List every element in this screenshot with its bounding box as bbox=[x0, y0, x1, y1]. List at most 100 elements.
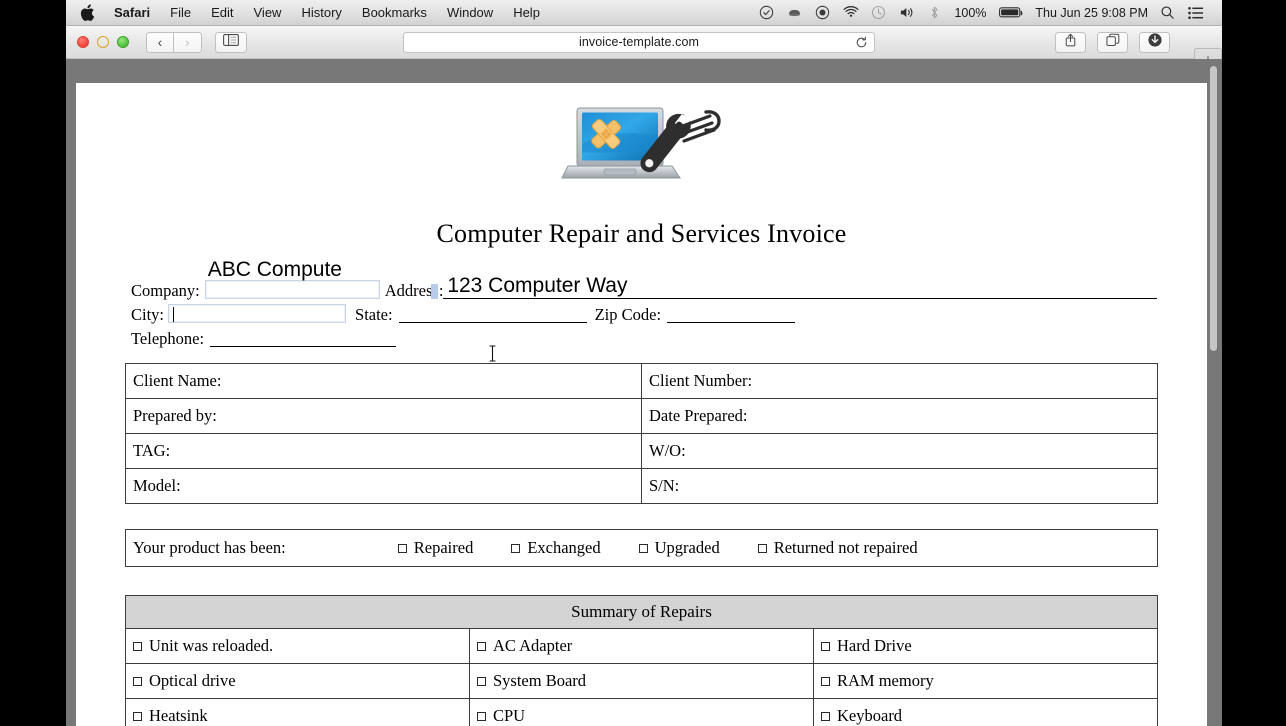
menu-bar-status-items: 100% Thu Jun 25 9:08 PM bbox=[758, 4, 1216, 21]
reload-button[interactable] bbox=[854, 35, 868, 49]
client-info-table: Client Name: Client Number: Prepared by:… bbox=[125, 363, 1158, 504]
address-form: Company: ABC Compute Address: 123 Comput… bbox=[76, 259, 1207, 347]
date-prepared-cell[interactable]: Date Prepared: bbox=[641, 398, 1158, 434]
client-name-cell[interactable]: Client Name: bbox=[125, 363, 642, 399]
notification-center-icon[interactable] bbox=[1187, 4, 1204, 21]
product-status-table: Your product has been: Repaired Exchange… bbox=[125, 529, 1158, 567]
menu-item-history[interactable]: History bbox=[291, 2, 351, 24]
telephone-row: Telephone: bbox=[131, 323, 1157, 347]
record-circle-icon[interactable] bbox=[814, 4, 831, 21]
scrollbar-thumb[interactable] bbox=[1210, 66, 1217, 351]
menu-item-help[interactable]: Help bbox=[503, 2, 550, 24]
menu-item-safari[interactable]: Safari bbox=[104, 2, 160, 24]
table-row: Optical drive System Board RAM memory bbox=[125, 663, 1158, 699]
menu-bar-app-menus: Safari File Edit View History Bookmarks … bbox=[76, 2, 550, 24]
wo-cell[interactable]: W/O: bbox=[641, 433, 1158, 469]
invoice-document: Computer Repair and Services Invoice Com… bbox=[76, 83, 1207, 726]
chevron-left-icon: ‹ bbox=[157, 34, 163, 50]
mouse-ibeam-cursor bbox=[489, 345, 496, 362]
repair-item-cell[interactable]: CPU bbox=[469, 698, 814, 726]
spotlight-search-icon[interactable] bbox=[1159, 4, 1176, 21]
repair-item-cell[interactable]: AC Adapter bbox=[469, 628, 814, 664]
menu-item-edit[interactable]: Edit bbox=[201, 2, 243, 24]
repair-item-cell[interactable]: System Board bbox=[469, 663, 814, 699]
computer-repair-logo-icon bbox=[560, 100, 724, 196]
wifi-icon[interactable] bbox=[842, 4, 859, 21]
menu-item-view[interactable]: View bbox=[244, 2, 292, 24]
bluetooth-icon[interactable] bbox=[926, 4, 943, 21]
checkbox-exchanged[interactable]: Exchanged bbox=[511, 538, 601, 558]
tag-cell[interactable]: TAG: bbox=[125, 433, 642, 469]
toolbar-right-buttons bbox=[1055, 31, 1170, 53]
show-all-tabs-button[interactable] bbox=[1097, 31, 1128, 53]
battery-percentage: 100% bbox=[954, 5, 987, 20]
back-button[interactable]: ‹ bbox=[146, 31, 174, 53]
dropbox-icon[interactable] bbox=[786, 4, 803, 21]
summary-of-repairs-header: Summary of Repairs bbox=[125, 595, 1158, 629]
checkbox-icon bbox=[477, 642, 486, 651]
address-bar[interactable]: invoice-template.com bbox=[403, 31, 875, 53]
menu-item-file[interactable]: File bbox=[160, 2, 201, 24]
repair-item-label: Optical drive bbox=[149, 671, 236, 690]
table-row: Prepared by: Date Prepared: bbox=[125, 398, 1158, 434]
model-cell[interactable]: Model: bbox=[125, 468, 642, 504]
macos-menu-bar: Safari File Edit View History Bookmarks … bbox=[66, 0, 1222, 26]
volume-icon[interactable] bbox=[898, 4, 915, 21]
sidebar-icon bbox=[223, 33, 239, 51]
checkbox-icon bbox=[511, 544, 521, 553]
vertical-scrollbar[interactable] bbox=[1206, 59, 1221, 726]
share-button[interactable] bbox=[1055, 31, 1086, 53]
safari-toolbar: ‹ › invoice-template.com bbox=[66, 26, 1222, 71]
city-label: City: bbox=[131, 305, 165, 324]
downloads-button[interactable] bbox=[1139, 31, 1170, 53]
maximize-window-button[interactable] bbox=[117, 36, 129, 48]
checkbox-repaired-label: Repaired bbox=[413, 538, 474, 557]
table-row: TAG: W/O: bbox=[125, 433, 1158, 469]
checkbox-icon bbox=[133, 712, 142, 721]
repair-item-cell[interactable]: Unit was reloaded. bbox=[125, 628, 470, 664]
checkbox-icon bbox=[638, 544, 648, 553]
checkbox-exchanged-label: Exchanged bbox=[527, 538, 601, 557]
company-input[interactable]: ABC Compute bbox=[204, 259, 380, 299]
menu-item-bookmarks[interactable]: Bookmarks bbox=[352, 2, 437, 24]
minimize-window-button[interactable] bbox=[97, 36, 109, 48]
show-sidebar-button[interactable] bbox=[215, 31, 247, 53]
state-input[interactable] bbox=[398, 305, 587, 323]
apple-logo-icon[interactable] bbox=[80, 3, 96, 22]
telephone-input[interactable] bbox=[210, 329, 397, 347]
checkbox-upgraded[interactable]: Upgraded bbox=[638, 538, 720, 558]
zip-label: Zip Code: bbox=[594, 305, 662, 324]
repair-item-cell[interactable]: RAM memory bbox=[813, 663, 1158, 699]
page-viewport: Computer Repair and Services Invoice Com… bbox=[66, 59, 1222, 726]
address-input[interactable]: 123 Computer Way bbox=[443, 275, 1157, 299]
repair-item-cell[interactable]: Hard Drive bbox=[813, 628, 1158, 664]
prepared-by-cell[interactable]: Prepared by: bbox=[125, 398, 642, 434]
close-window-button[interactable] bbox=[77, 36, 89, 48]
sn-cell[interactable]: S/N: bbox=[641, 468, 1158, 504]
company-address-row: Company: ABC Compute Address: 123 Comput… bbox=[131, 259, 1157, 299]
repair-item-label: AC Adapter bbox=[493, 636, 573, 655]
time-machine-icon[interactable] bbox=[870, 4, 887, 21]
zip-input[interactable] bbox=[667, 305, 796, 323]
checkbox-returned-label: Returned not repaired bbox=[773, 538, 918, 557]
repair-item-label: Unit was reloaded. bbox=[149, 636, 274, 655]
repair-item-cell[interactable]: Heatsink bbox=[125, 698, 470, 726]
repair-item-cell[interactable]: Optical drive bbox=[125, 663, 470, 699]
web-page: Computer Repair and Services Invoice Com… bbox=[76, 83, 1207, 726]
repair-item-cell[interactable]: Keyboard bbox=[813, 698, 1158, 726]
checkbox-repaired[interactable]: Repaired bbox=[397, 538, 474, 558]
menu-item-window[interactable]: Window bbox=[437, 2, 503, 24]
battery-full-icon[interactable] bbox=[999, 4, 1024, 21]
chevron-right-icon: › bbox=[185, 34, 190, 50]
text-selection-highlight bbox=[431, 284, 439, 299]
show-all-tabs-icon bbox=[1105, 33, 1120, 52]
forward-button[interactable]: › bbox=[174, 31, 202, 53]
menu-bar-clock[interactable]: Thu Jun 25 9:08 PM bbox=[1035, 6, 1148, 20]
checkbox-returned-not-repaired[interactable]: Returned not repaired bbox=[757, 538, 918, 558]
checkmark-circle-icon[interactable] bbox=[758, 4, 775, 21]
state-label: State: bbox=[355, 305, 393, 324]
client-number-cell[interactable]: Client Number: bbox=[641, 363, 1158, 399]
checkbox-icon bbox=[133, 677, 142, 686]
city-input[interactable] bbox=[168, 304, 347, 323]
city-state-zip-row: City: State: Zip Code: bbox=[131, 299, 1157, 323]
